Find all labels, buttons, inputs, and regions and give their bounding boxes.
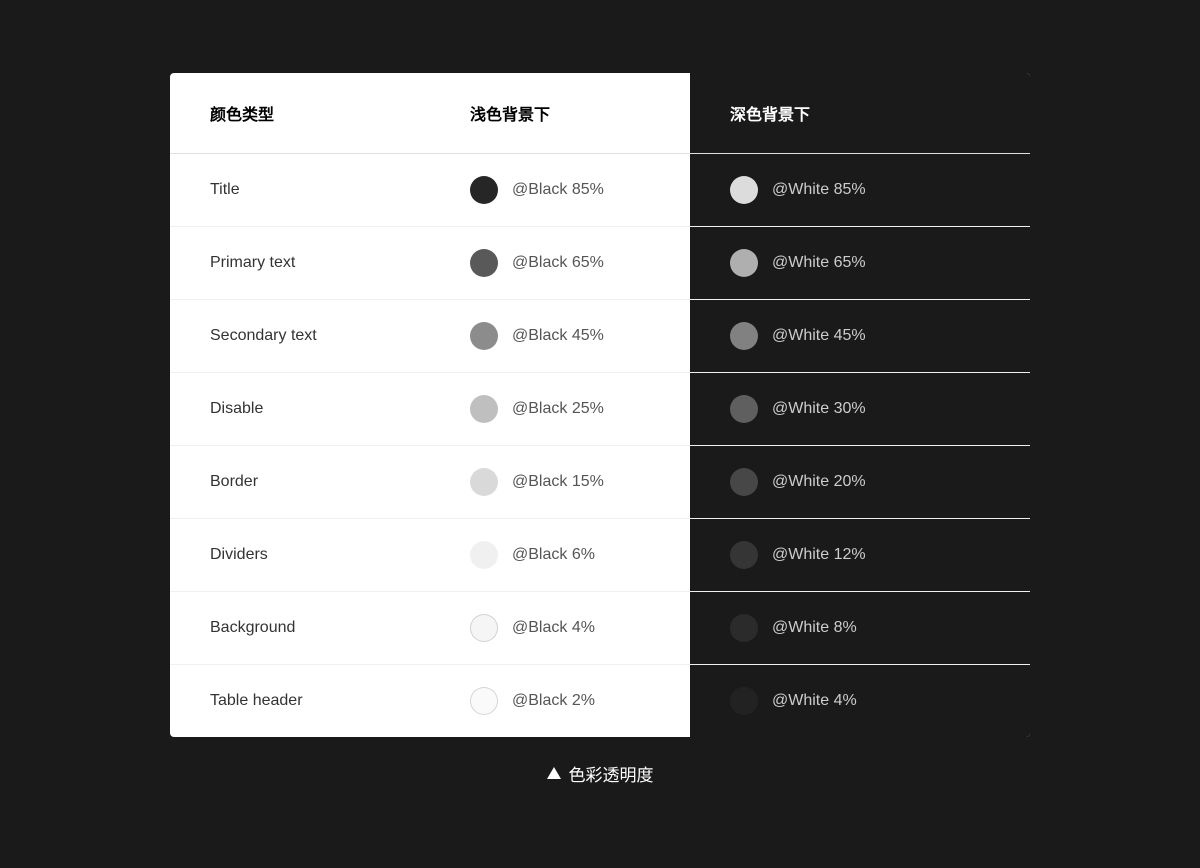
cell-dark: @White 45% [690,299,1030,372]
cell-type: Secondary text [170,299,430,372]
dark-label: @White 8% [772,619,857,637]
light-label: @Black 25% [512,400,604,418]
light-label: @Black 6% [512,546,595,564]
cell-dark: @White 30% [690,372,1030,445]
light-label: @Black 45% [512,327,604,345]
dark-label: @White 12% [772,546,866,564]
caption: 色彩透明度 [547,761,654,796]
dark-dot [730,687,758,715]
cell-light: @Black 45% [430,299,690,372]
dark-dot [730,395,758,423]
dark-label: @White 85% [772,181,866,199]
cell-light: @Black 6% [430,518,690,591]
cell-type: Background [170,591,430,664]
light-label: @Black 4% [512,619,595,637]
cell-light: @Black 2% [430,664,690,737]
dark-label: @White 30% [772,400,866,418]
cell-type: Title [170,153,430,226]
light-label: @Black 2% [512,692,595,710]
light-dot [470,249,498,277]
light-dot [470,176,498,204]
cell-type: Table header [170,664,430,737]
dark-dot [730,541,758,569]
col-header-type: 颜色类型 [170,73,430,154]
cell-light: @Black 85% [430,153,690,226]
cell-type: Border [170,445,430,518]
cell-dark: @White 85% [690,153,1030,226]
dark-dot [730,614,758,642]
cell-dark: @White 8% [690,591,1030,664]
dark-label: @White 45% [772,327,866,345]
light-dot [470,395,498,423]
cell-dark: @White 12% [690,518,1030,591]
color-table: 颜色类型 浅色背景下 深色背景下 Title @Black 85% @White 8… [170,73,1030,737]
cell-dark: @White 4% [690,664,1030,737]
light-dot [470,468,498,496]
dark-label: @White 4% [772,692,857,710]
cell-type: Primary text [170,226,430,299]
col-header-dark: 深色背景下 [690,73,1030,154]
light-label: @Black 85% [512,181,604,199]
cell-dark: @White 65% [690,226,1030,299]
light-label: @Black 65% [512,254,604,272]
cell-dark: @White 20% [690,445,1030,518]
cell-light: @Black 65% [430,226,690,299]
light-dot [470,687,498,715]
cell-light: @Black 4% [430,591,690,664]
dark-dot [730,176,758,204]
light-dot [470,614,498,642]
color-table-card: 颜色类型 浅色背景下 深色背景下 Title @Black 85% @White 8… [170,73,1030,737]
light-dot [470,541,498,569]
cell-type: Dividers [170,518,430,591]
dark-dot [730,468,758,496]
dark-label: @White 20% [772,473,866,491]
dark-label: @White 65% [772,254,866,272]
dark-dot [730,322,758,350]
col-header-light: 浅色背景下 [430,73,690,154]
cell-light: @Black 15% [430,445,690,518]
light-dot [470,322,498,350]
light-label: @Black 15% [512,473,604,491]
caption-triangle-icon [547,767,561,779]
dark-dot [730,249,758,277]
cell-type: Disable [170,372,430,445]
cell-light: @Black 25% [430,372,690,445]
caption-text: 色彩透明度 [569,761,654,786]
